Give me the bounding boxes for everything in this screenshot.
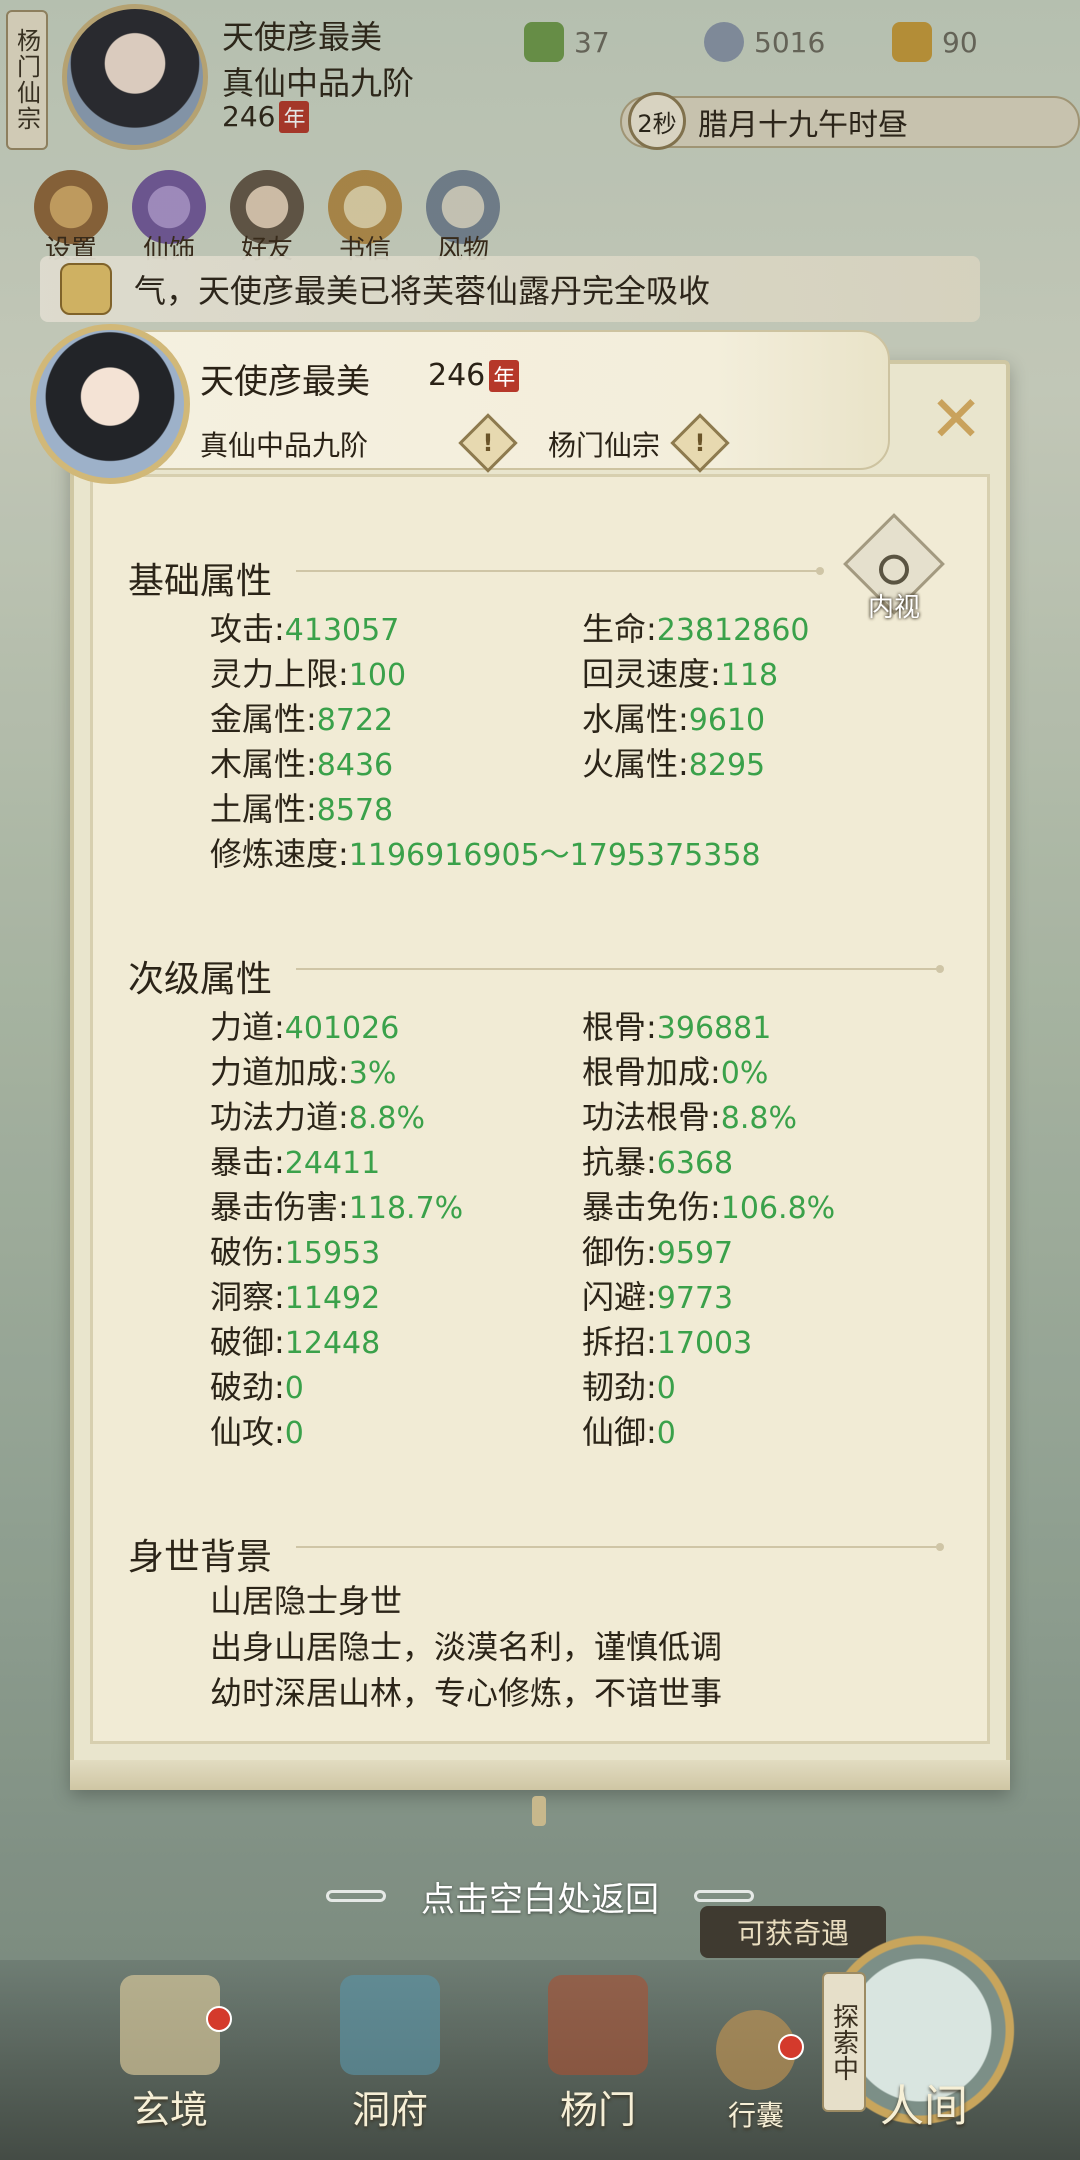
stat-crit-damage: 暴击伤害:118.7% [210,1188,464,1226]
section-divider [296,567,824,575]
stat-insight: 洞察:11492 [210,1278,381,1316]
background-line: 出身山居隐士，淡漠名利，谨慎低调 [210,1628,723,1666]
stat-attack: 攻击:413057 [210,610,400,648]
background-line: 幼时深居山林，专心修炼，不谙世事 [210,1674,723,1712]
nav-xingnang-label: 行囊 [727,2099,784,2132]
stat-constitution-bonus: 根骨加成:0% [582,1053,769,1091]
nav-dongfu-label: 洞府 [351,2088,428,2132]
stat-skill-strength: 功法力道:8.8% [210,1098,426,1136]
stat-break-tenacity: 破劲:0 [210,1368,304,1406]
stat-water: 水属性:9610 [582,700,766,738]
nav-renjian-label[interactable]: 人间 [880,2070,968,2134]
stat-earth: 土属性:8578 [210,790,394,828]
stat-wood: 木属性:8436 [210,745,394,783]
stat-damage-guard: 御伤:9597 [582,1233,734,1271]
hint-ornament-right [694,1890,754,1902]
stat-pierce: 破伤:15953 [210,1233,381,1271]
section-divider [296,965,944,973]
stat-crit-damage-reduction: 暴击免伤:106.8% [582,1188,836,1226]
profile-name: 天使彦最美 [200,362,370,402]
profile-avatar [30,324,190,484]
stat-strength-bonus: 力道加成:3% [210,1053,397,1091]
profile-rank: 真仙中品九阶 [200,429,369,462]
nav-xuanjing-label: 玄境 [131,2088,208,2132]
stat-spirit-cap: 灵力上限:100 [210,655,407,693]
profile-age-value: 246 [428,358,486,393]
stat-fire: 火属性:8295 [582,745,766,783]
notification-dot [778,2034,804,2060]
tassel-ornament [532,1796,546,1826]
stat-immortal-attack: 仙攻:0 [210,1413,304,1451]
stat-tenacity: 韧劲:0 [582,1368,676,1406]
profile-sect: 杨门仙宗 [548,429,661,462]
panel-footer [70,1760,1010,1790]
stat-skill-constitution: 功法根骨:8.8% [582,1098,798,1136]
stat-counter: 拆招:17003 [582,1323,753,1361]
nav-yangmen-label: 杨门 [559,2088,636,2132]
pavilion-icon [340,1975,440,2075]
profile-age-badge: 年 [489,360,520,392]
stat-dodge: 闪避:9773 [582,1278,734,1316]
nav-dongfu[interactable]: 洞府 [340,1975,440,2134]
stat-break-defense: 破御:12448 [210,1323,381,1361]
profile-age: 246 年 [428,358,520,393]
nav-xuanjing[interactable]: 玄境 [120,1975,220,2134]
background-line: 山居隐士身世 [210,1582,403,1620]
stat-cultivation-speed: 修炼速度:1196916905～1795375358 [210,835,761,873]
background-title: 身世背景 [128,1537,273,1578]
stat-crit: 暴击:24411 [210,1143,381,1181]
basic-attributes-title: 基础属性 [128,561,273,602]
nav-xingnang[interactable]: 行囊 [716,2010,796,2134]
stat-hp: 生命:23812860 [582,610,810,648]
tap-to-return-hint: 点击空白处返回 [421,1880,659,1920]
stat-crit-resist: 抗暴:6368 [582,1143,734,1181]
stat-constitution: 根骨:396881 [582,1008,772,1046]
secondary-attributes-title: 次级属性 [128,959,273,1000]
banner-icon [548,1975,648,2075]
scroll-icon [120,1975,220,2075]
close-x-icon[interactable]: ✕ [916,380,996,460]
notification-dot [206,2006,232,2032]
stat-strength: 力道:401026 [210,1008,400,1046]
inner-view-button[interactable]: 内视 [843,513,945,623]
nav-yangmen[interactable]: 杨门 [548,1975,648,2134]
stat-spirit-regen: 回灵速度:118 [582,655,779,693]
exploring-tag: 探索中 [822,1972,866,2112]
stat-metal: 金属性:8722 [210,700,394,738]
stat-immortal-defense: 仙御:0 [582,1413,676,1451]
section-divider [296,1543,944,1551]
inner-view-label: 内视 [867,593,920,623]
